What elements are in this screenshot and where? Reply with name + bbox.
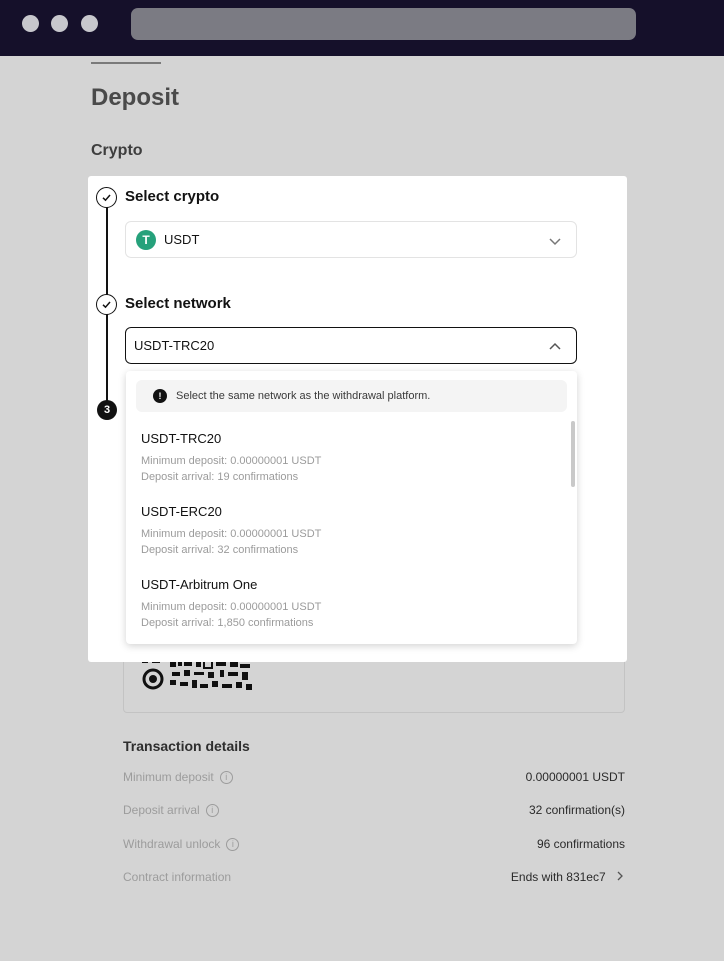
- network-notice: ! Select the same network as the withdra…: [136, 380, 567, 412]
- tx-label: Deposit arrival: [123, 803, 200, 817]
- network-option-arrival: Deposit arrival: 19 confirmations: [141, 471, 299, 483]
- chevron-up-icon: [549, 342, 561, 350]
- tx-row-contract-information[interactable]: Contract information Ends with 831ec7: [123, 870, 625, 890]
- address-bar[interactable]: [131, 8, 636, 40]
- dropdown-scrollbar[interactable]: [571, 421, 575, 487]
- window-control-dot[interactable]: [81, 15, 98, 32]
- tx-value: Ends with 831ec7: [510, 870, 606, 884]
- alert-icon: !: [153, 389, 167, 403]
- tether-logo-icon: T: [136, 229, 156, 250]
- info-icon[interactable]: i: [205, 803, 219, 817]
- network-select-value: USDT-TRC20: [134, 338, 215, 353]
- check-icon: [102, 301, 111, 309]
- step2-label: Select network: [125, 295, 231, 312]
- network-notice-text: Select the same network as the withdrawa…: [176, 390, 431, 402]
- network-option-arbitrum-one[interactable]: USDT-Arbitrum One Minimum deposit: 0.000…: [141, 577, 561, 631]
- tx-value: 96 confirmations: [536, 837, 625, 851]
- chevron-right-icon: [617, 871, 623, 881]
- crypto-select[interactable]: T USDT: [125, 221, 577, 258]
- network-option-arrival: Deposit arrival: 32 confirmations: [141, 544, 299, 556]
- browser-top-bar: [0, 0, 724, 56]
- network-option-name: USDT-ERC20: [141, 504, 222, 519]
- info-icon[interactable]: i: [219, 770, 233, 784]
- step1-label: Select crypto: [125, 188, 220, 205]
- step3-number-badge: 3: [97, 400, 117, 420]
- transaction-details-title: Transaction details: [123, 738, 250, 754]
- crypto-select-value: USDT: [164, 232, 200, 247]
- tx-value: 0.00000001 USDT: [525, 770, 625, 784]
- page-title: Deposit: [91, 84, 180, 111]
- network-select[interactable]: USDT-TRC20: [125, 327, 577, 364]
- section-label-crypto: Crypto: [91, 142, 143, 159]
- step1-check-icon: [96, 187, 117, 208]
- tx-row-minimum-deposit: Minimum deposit i 0.00000001 USDT: [123, 770, 625, 790]
- network-option-name: USDT-Arbitrum One: [141, 577, 258, 592]
- tx-row-withdrawal-unlock: Withdrawal unlock i 96 confirmations: [123, 837, 625, 857]
- network-option-min-deposit: Minimum deposit: 0.00000001 USDT: [141, 601, 322, 613]
- network-option-min-deposit: Minimum deposit: 0.00000001 USDT: [141, 528, 322, 540]
- check-icon: [102, 194, 111, 202]
- network-option-trc20[interactable]: USDT-TRC20 Minimum deposit: 0.00000001 U…: [141, 431, 561, 485]
- tx-label: Minimum deposit: [123, 770, 214, 784]
- window-control-dot[interactable]: [51, 15, 68, 32]
- tx-row-deposit-arrival: Deposit arrival i 32 confirmation(s): [123, 803, 625, 823]
- tx-value: 32 confirmation(s): [528, 803, 625, 817]
- network-option-arrival: Deposit arrival: 1,850 confirmations: [141, 617, 314, 629]
- tx-label: Contract information: [123, 870, 232, 884]
- qr-code: [142, 660, 252, 690]
- network-dropdown: ! Select the same network as the withdra…: [126, 371, 577, 644]
- tx-label: Withdrawal unlock: [123, 837, 221, 851]
- step2-check-icon: [96, 294, 117, 315]
- network-option-name: USDT-TRC20: [141, 431, 222, 446]
- network-option-min-deposit: Minimum deposit: 0.00000001 USDT: [141, 455, 322, 467]
- tab-underline: [91, 62, 161, 64]
- info-icon[interactable]: i: [226, 837, 240, 851]
- window-control-dot[interactable]: [22, 15, 39, 32]
- network-option-erc20[interactable]: USDT-ERC20 Minimum deposit: 0.00000001 U…: [141, 504, 561, 558]
- chevron-down-icon: [549, 238, 561, 246]
